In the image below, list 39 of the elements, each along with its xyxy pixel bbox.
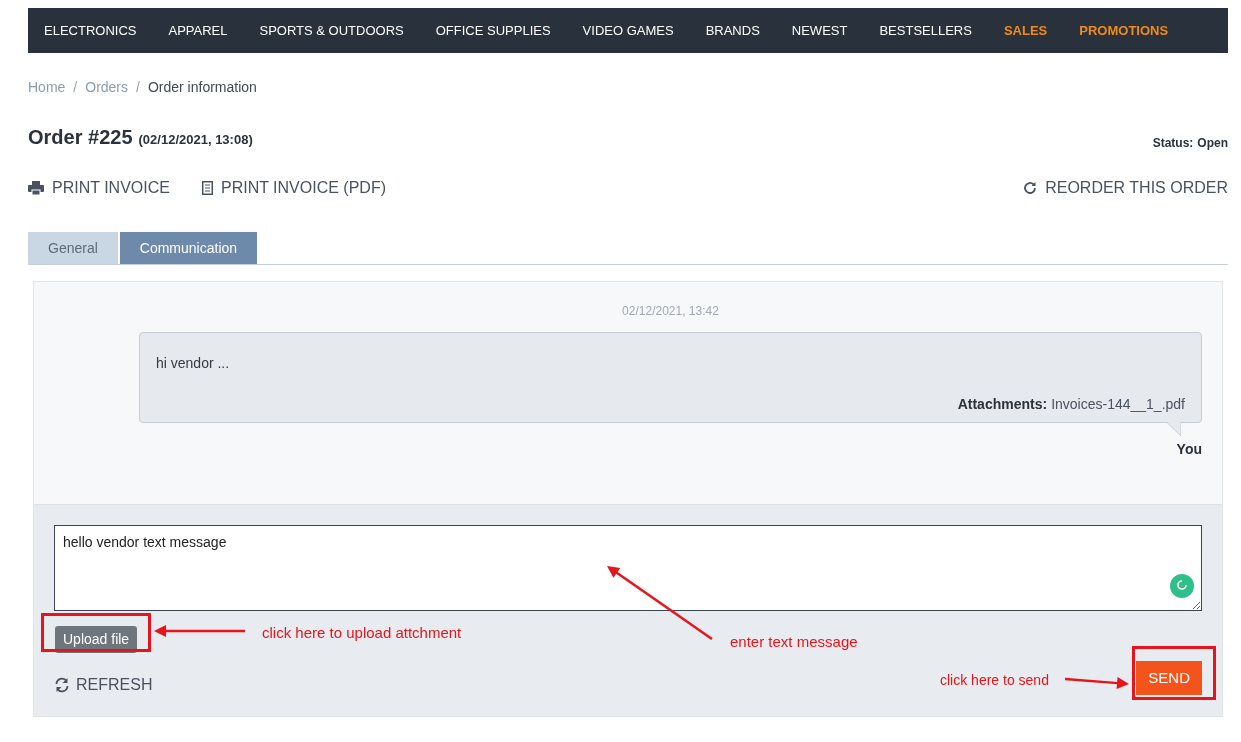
annotation-text: click here to send	[940, 671, 1049, 690]
status-label: Status:	[1152, 135, 1194, 152]
attachment-link[interactable]: Invoices-144__1_.pdf	[1051, 394, 1185, 415]
refresh-icon	[54, 677, 70, 693]
upload-file-button[interactable]: Upload file	[55, 626, 138, 653]
breadcrumb-separator: /	[73, 78, 78, 97]
order-title: Order #225	[28, 125, 133, 150]
nav-link[interactable]: APPAREL	[168, 20, 228, 41]
message-timestamp: 02/12/2021, 13:42	[621, 303, 720, 320]
annotation-text: enter text message	[730, 632, 858, 652]
action-link[interactable]: PRINT INVOICE	[28, 176, 170, 200]
action-link[interactable]: REORDER THIS ORDER	[1023, 176, 1228, 200]
refresh-link[interactable]: REFRESH	[54, 673, 153, 697]
action-link[interactable]: PRINT INVOICE (PDF)	[201, 176, 386, 200]
tab[interactable]: Communication	[119, 232, 258, 264]
nav-link[interactable]: ELECTRONICS	[44, 20, 137, 41]
order-date: (02/12/2021, 13:08)	[138, 131, 253, 149]
nav-link[interactable]: BESTSELLERS	[879, 20, 972, 41]
message-author: You	[1175, 440, 1202, 459]
document-icon	[201, 181, 213, 195]
nav-link[interactable]: VIDEO GAMES	[582, 20, 674, 41]
status-circle-icon	[1170, 574, 1194, 598]
annotation-text: click here to upload attchment	[262, 623, 462, 643]
message-input[interactable]: hello vendor text message	[54, 525, 1202, 611]
nav-link[interactable]: PROMOTIONS	[1079, 20, 1169, 41]
printer-icon	[28, 181, 44, 195]
nav-link[interactable]: BRANDS	[705, 20, 760, 41]
message-text: hi vendor ...	[156, 354, 231, 373]
nav-link[interactable]: OFFICE SUPPLIES	[435, 20, 551, 41]
nav-link[interactable]: SPORTS & OUTDOORS	[259, 20, 404, 41]
tab[interactable]: General	[28, 232, 118, 264]
annotation-arrow	[1064, 677, 1129, 690]
nav-link[interactable]: NEWEST	[791, 20, 848, 41]
nav-link[interactable]: SALES	[1003, 20, 1048, 41]
breadcrumb-link[interactable]: Order information	[147, 77, 257, 98]
breadcrumb-separator: /	[136, 78, 140, 97]
status-value: Open	[1197, 135, 1228, 152]
attachments-label: Attachments:	[957, 395, 1048, 414]
refresh-icon	[1023, 181, 1038, 195]
